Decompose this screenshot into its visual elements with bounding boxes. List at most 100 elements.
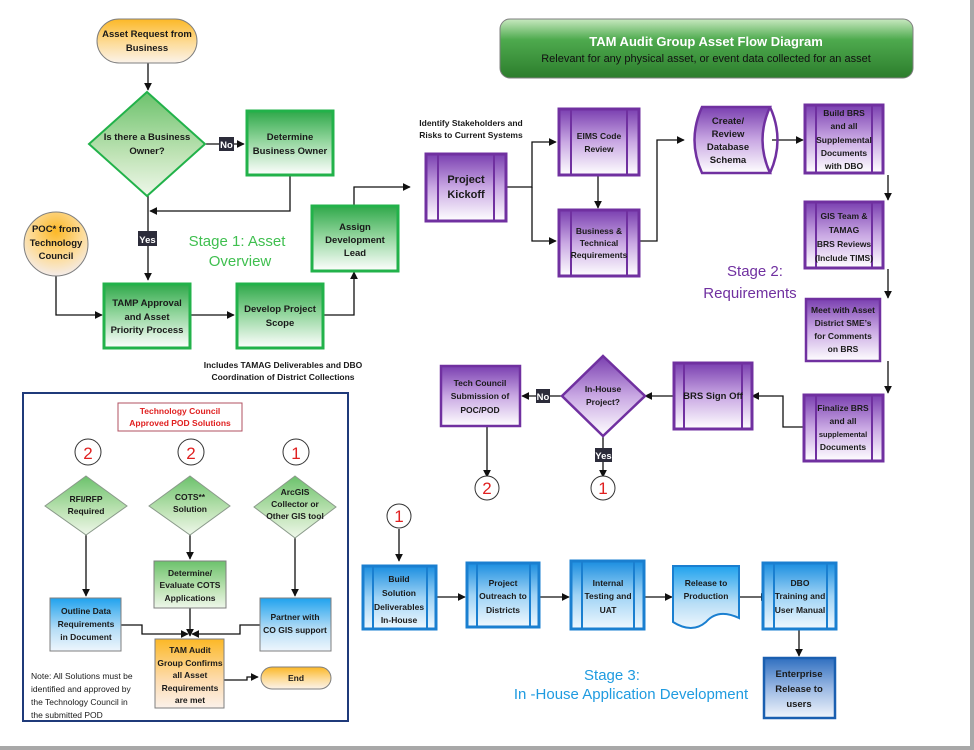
svg-text:with DBO: with DBO xyxy=(824,161,864,171)
stage1-label-line1: Stage 1: Asset xyxy=(189,233,287,250)
node-meet-district-sme[interactable]: Meet with Asset District SME’s for Comme… xyxy=(804,297,882,363)
svg-text:1: 1 xyxy=(598,479,607,498)
svg-text:Meet with Asset: Meet with Asset xyxy=(811,305,875,315)
ref-connector-2[interactable]: 2 xyxy=(474,475,500,501)
svg-text:Build BRS: Build BRS xyxy=(823,108,865,118)
svg-text:Determine: Determine xyxy=(267,132,313,143)
stage1-note-line1: Includes TAMAG Deliverables and DBO xyxy=(204,360,363,370)
svg-text:Is there a Business: Is there a Business xyxy=(104,132,191,143)
svg-text:Requirements: Requirements xyxy=(58,619,115,629)
svg-text:Database: Database xyxy=(707,142,749,153)
svg-text:Development: Development xyxy=(325,235,385,246)
node-develop-scope[interactable]: Develop Project Scope xyxy=(235,282,325,350)
title-banner: TAM Audit Group Asset Flow Diagram Relev… xyxy=(499,18,914,79)
svg-text:Documents: Documents xyxy=(821,148,868,158)
svg-text:the Technology Council in: the Technology Council in xyxy=(31,697,128,707)
svg-text:Owner?: Owner? xyxy=(129,146,165,157)
panel-title: Technology Council Approved POD Solution… xyxy=(117,402,243,432)
svg-text:Technology Council: Technology Council xyxy=(140,406,221,416)
ref-connector-1[interactable]: 1 xyxy=(590,475,616,501)
svg-text:Yes: Yes xyxy=(139,235,155,246)
svg-text:In-House: In-House xyxy=(585,384,622,394)
svg-text:1: 1 xyxy=(291,444,300,463)
svg-text:UAT: UAT xyxy=(600,605,618,615)
node-release-production[interactable]: Release to Production xyxy=(672,565,740,629)
yes-badge: Yes xyxy=(138,231,157,246)
node-brs-signoff[interactable]: BRS Sign Off xyxy=(672,361,754,431)
node-build-brs[interactable]: Build BRS and all Supplemental Documents… xyxy=(803,103,885,175)
svg-text:Enterprise: Enterprise xyxy=(776,669,823,680)
svg-text:Other GIS tool: Other GIS tool xyxy=(266,511,324,521)
node-finalize-brs[interactable]: Finalize BRS and all supplemental Docume… xyxy=(802,393,885,463)
node-gis-tamag-review[interactable]: GIS Team & TAMAG BRS Reviews (Include TI… xyxy=(803,200,885,270)
svg-text:TAM Audit: TAM Audit xyxy=(169,645,211,655)
svg-text:Districts: Districts xyxy=(486,605,520,615)
svg-text:Internal: Internal xyxy=(593,578,624,588)
node-asset-request[interactable]: Asset Request from Business xyxy=(96,18,198,64)
svg-text:the submitted POD: the submitted POD xyxy=(31,710,103,720)
svg-text:In-House: In-House xyxy=(381,615,418,625)
svg-text:Approved POD Solutions: Approved POD Solutions xyxy=(129,418,231,428)
svg-text:Tech Council: Tech Council xyxy=(454,378,507,388)
svg-text:Supplemental: Supplemental xyxy=(816,135,872,145)
node-project-outreach[interactable]: Project Outreach to Districts xyxy=(465,561,541,629)
svg-text:DBO: DBO xyxy=(791,578,810,588)
node-tam-confirms[interactable]: TAM Audit Group Confirms all Asset Requi… xyxy=(154,638,225,709)
svg-text:(Include TIMS): (Include TIMS) xyxy=(815,253,873,263)
svg-text:Documents: Documents xyxy=(820,442,867,452)
node-project-kickoff[interactable]: Project Kickoff xyxy=(424,152,508,223)
svg-text:COTS**: COTS** xyxy=(175,492,206,502)
node-internal-testing[interactable]: Internal Testing and UAT xyxy=(569,559,646,631)
decision-business-owner[interactable]: Is there a Business Owner? xyxy=(87,90,207,198)
svg-text:in Document: in Document xyxy=(60,632,112,642)
svg-text:Project: Project xyxy=(447,174,485,186)
ref-connector-1-stage3[interactable]: 1 xyxy=(386,503,412,529)
flow-diagram: TAM Audit Group Asset Flow Diagram Relev… xyxy=(22,18,914,722)
node-assign-lead[interactable]: Assign Development Lead xyxy=(310,204,400,273)
svg-text:BRS Sign Off: BRS Sign Off xyxy=(683,391,743,402)
panel-ref-2-cots[interactable]: 2 xyxy=(177,438,205,466)
node-enterprise-release[interactable]: Enterprise Release to users xyxy=(762,656,837,720)
stage2-label-line1: Stage 2: xyxy=(727,263,783,280)
node-build-solution[interactable]: Build Solution Deliverables In-House xyxy=(361,564,438,631)
svg-text:EIMS Code: EIMS Code xyxy=(577,131,622,141)
node-end[interactable]: End xyxy=(260,666,332,690)
yes-badge-2: Yes xyxy=(595,448,612,462)
svg-text:Production: Production xyxy=(684,591,729,601)
svg-text:and all: and all xyxy=(830,416,857,426)
node-eims-review[interactable]: EIMS Code Review xyxy=(557,107,641,177)
svg-text:and Asset: and Asset xyxy=(124,312,170,323)
svg-text:Business &: Business & xyxy=(576,226,622,236)
svg-text:Solution: Solution xyxy=(382,588,416,598)
node-business-technical-req[interactable]: Business & Technical Requirements xyxy=(557,208,641,278)
svg-text:Collector or: Collector or xyxy=(271,499,319,509)
stage3-label-line2: In -House Application Development xyxy=(514,686,749,703)
node-database-schema[interactable]: Create/ Review Database Schema xyxy=(693,105,779,175)
diagram-title: TAM Audit Group Asset Flow Diagram xyxy=(589,34,823,49)
svg-text:CO GIS support: CO GIS support xyxy=(263,625,327,635)
node-evaluate-cots[interactable]: Determine/ Evaluate COTS Applications xyxy=(153,560,227,609)
svg-text:Release to: Release to xyxy=(775,684,823,695)
node-dbo-training[interactable]: DBO Training and User Manual xyxy=(761,561,838,631)
svg-text:Scope: Scope xyxy=(266,318,295,329)
svg-text:Project: Project xyxy=(489,578,518,588)
panel-ref-2-rfi[interactable]: 2 xyxy=(74,438,102,466)
svg-text:are met: are met xyxy=(175,695,205,705)
no-badge-2: No xyxy=(536,389,550,403)
svg-text:Finalize BRS: Finalize BRS xyxy=(817,403,869,413)
node-determine-owner[interactable]: Determine Business Owner xyxy=(245,109,335,177)
node-partner-co-gis[interactable]: Partner with CO GIS support xyxy=(259,597,332,652)
diagram-subtitle: Relevant for any physical asset, or even… xyxy=(541,53,871,65)
decision-in-house[interactable]: In-House Project? xyxy=(560,354,647,438)
svg-text:2: 2 xyxy=(83,444,92,463)
node-tamp-approval[interactable]: TAMP Approval and Asset Priority Process xyxy=(102,282,192,350)
svg-text:Business: Business xyxy=(126,43,168,54)
node-outline-data-req[interactable]: Outline Data Requirements in Document xyxy=(49,597,122,652)
panel-ref-1-arcgis[interactable]: 1 xyxy=(282,438,310,466)
svg-text:Yes: Yes xyxy=(595,451,611,462)
svg-text:Review: Review xyxy=(584,144,614,154)
svg-text:No: No xyxy=(220,140,233,151)
svg-text:Solution: Solution xyxy=(173,504,207,514)
node-tech-council-submission[interactable]: Tech Council Submission of POC/POD xyxy=(439,364,522,428)
node-poc-tech-council[interactable]: POC* from Technology Council xyxy=(23,211,89,277)
